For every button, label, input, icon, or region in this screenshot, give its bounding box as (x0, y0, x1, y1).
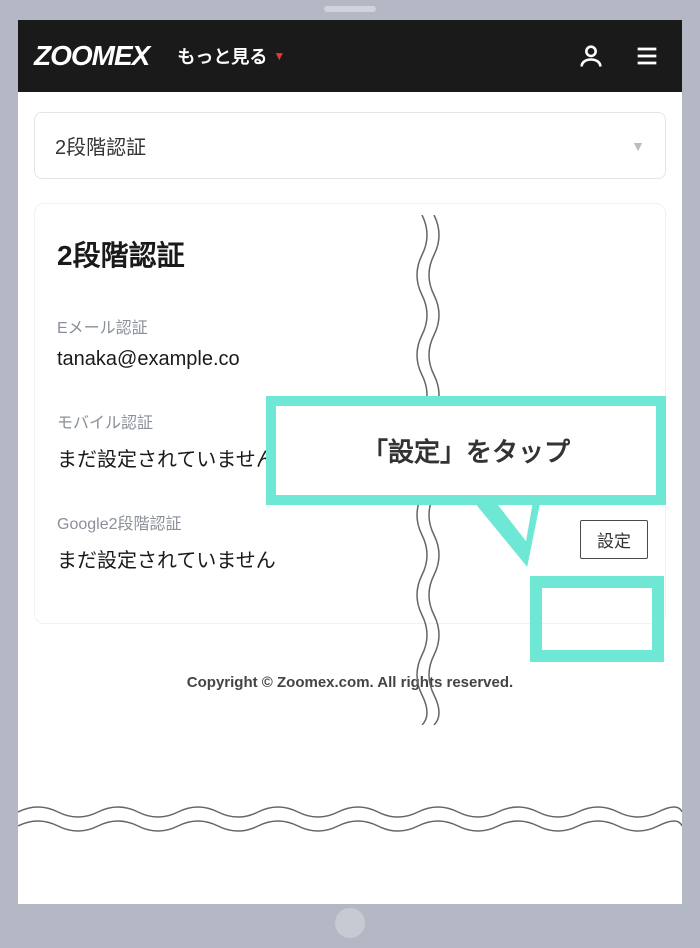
google-settings-button[interactable]: 設定 (580, 520, 648, 559)
logo[interactable]: ZOOMEX (34, 40, 149, 72)
app-header: ZOOMEX もっと見る ▼ (18, 20, 682, 92)
screen: ZOOMEX もっと見る ▼ 2段階 (18, 20, 682, 904)
instruction-callout: 「設定」をタップ (266, 396, 666, 505)
more-menu[interactable]: もっと見る ▼ (177, 43, 285, 69)
more-label: もっと見る (177, 43, 267, 69)
home-button[interactable] (335, 908, 365, 938)
callout-text: 「設定」をタップ (362, 437, 570, 467)
user-icon[interactable] (572, 37, 610, 75)
menu-icon[interactable] (628, 37, 666, 75)
chevron-down-icon: ▼ (273, 49, 285, 63)
email-auth-value: tanaka@example.co (57, 348, 643, 371)
chevron-down-icon: ▼ (631, 138, 645, 154)
highlight-google-settings (530, 576, 664, 662)
tablet-notch (324, 6, 376, 12)
email-auth-label: Eメール認証 (57, 314, 643, 338)
torn-edge-horizontal (18, 800, 682, 836)
dropdown-label: 2段階認証 (55, 131, 146, 160)
content-area: 2段階認証 ▼ 2段階認証 Eメール認証 tanaka@example.co モ… (18, 92, 682, 644)
tablet-frame: ZOOMEX もっと見る ▼ 2段階 (0, 0, 700, 948)
section-dropdown[interactable]: 2段階認証 ▼ (34, 112, 666, 179)
copyright-text: Copyright © Zoomex.com. All rights reser… (187, 674, 513, 691)
email-auth-row: Eメール認証 tanaka@example.co (57, 314, 643, 371)
panel-title: 2段階認証 (57, 234, 643, 274)
